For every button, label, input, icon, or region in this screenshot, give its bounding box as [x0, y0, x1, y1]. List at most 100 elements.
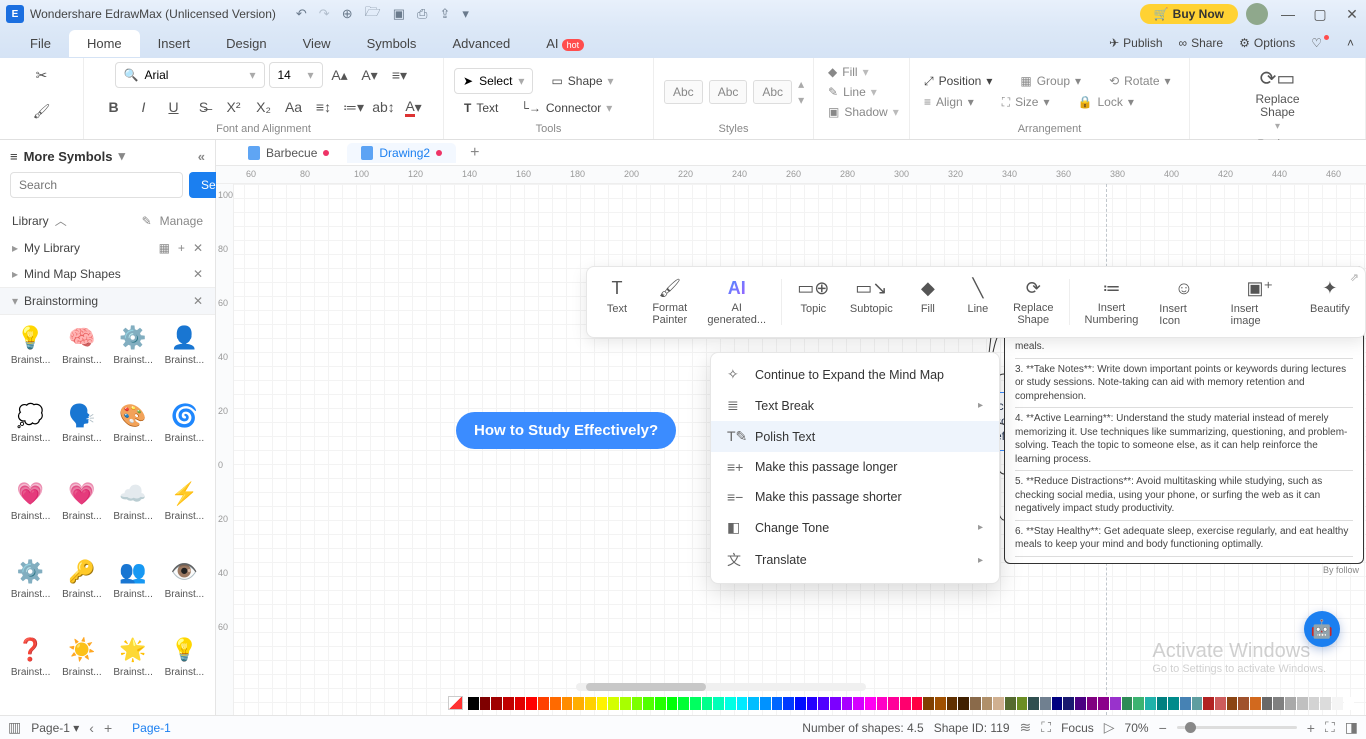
- select-tool[interactable]: ➤Select▾: [454, 68, 533, 94]
- subscript-icon[interactable]: X₂: [251, 94, 277, 120]
- color-swatch[interactable]: [468, 697, 479, 710]
- shape-thumbnail[interactable]: ☁️Brainst...: [109, 479, 158, 551]
- increase-font-icon[interactable]: A▴: [327, 62, 353, 88]
- shape-thumbnail[interactable]: 🧠Brainst...: [57, 323, 106, 395]
- color-swatch[interactable]: [923, 697, 934, 710]
- publish-button[interactable]: ✈Publish: [1109, 36, 1162, 50]
- menu-view[interactable]: View: [285, 30, 349, 57]
- color-swatch[interactable]: [480, 697, 491, 710]
- mm-item[interactable]: 3. **Take Notes**: Write down important …: [1015, 359, 1353, 409]
- color-swatch[interactable]: [1250, 697, 1261, 710]
- redo-icon[interactable]: ↷: [319, 6, 330, 22]
- color-swatch[interactable]: [1145, 697, 1156, 710]
- share-button[interactable]: ∞Share: [1179, 36, 1224, 50]
- shape-thumbnail[interactable]: 💗Brainst...: [57, 479, 106, 551]
- color-swatch[interactable]: [1309, 697, 1320, 710]
- print-icon[interactable]: ⎙: [417, 6, 427, 22]
- shape-thumbnail[interactable]: 🎨Brainst...: [109, 401, 158, 473]
- styles-up-icon[interactable]: ▴: [798, 77, 804, 91]
- canvas[interactable]: 100806040200204060 How to Study Effectiv…: [216, 184, 1366, 715]
- cut-icon[interactable]: ✂: [29, 62, 55, 88]
- color-swatch[interactable]: [900, 697, 911, 710]
- color-swatch[interactable]: [678, 697, 689, 710]
- color-swatch[interactable]: [1273, 697, 1284, 710]
- color-swatch[interactable]: [993, 697, 1004, 710]
- underline-icon[interactable]: U: [161, 94, 187, 120]
- color-swatch[interactable]: [562, 697, 573, 710]
- ft-insert-icon[interactable]: ☺Insert Icon: [1149, 275, 1218, 329]
- text-direction-icon[interactable]: ab↕: [371, 94, 397, 120]
- ft-line[interactable]: ╲Line: [954, 275, 1002, 329]
- text-tool[interactable]: TText: [454, 100, 502, 116]
- page-layout-icon[interactable]: ▥: [8, 719, 21, 736]
- superscript-icon[interactable]: X²: [221, 94, 247, 120]
- color-swatch[interactable]: [667, 697, 678, 710]
- position-button[interactable]: ⤢Position▾: [920, 73, 996, 90]
- prev-page-icon[interactable]: ‹: [89, 720, 94, 736]
- color-swatch[interactable]: [620, 697, 631, 710]
- color-swatch[interactable]: [760, 697, 771, 710]
- focus-button[interactable]: Focus: [1061, 721, 1094, 735]
- remove-x-icon[interactable]: ✕: [193, 267, 203, 281]
- close-icon[interactable]: ✕: [1344, 6, 1360, 23]
- ft-format-painter[interactable]: 🖌Format Painter: [643, 275, 697, 329]
- color-swatch[interactable]: [1040, 697, 1051, 710]
- ctx-change-tone[interactable]: ◧Change Tone▸: [711, 512, 999, 543]
- color-swatch[interactable]: [1052, 697, 1063, 710]
- color-swatch[interactable]: [643, 697, 654, 710]
- doc-tab-drawing2[interactable]: Drawing2: [347, 143, 456, 163]
- zoom-slider[interactable]: [1177, 726, 1297, 729]
- color-swatch[interactable]: [515, 697, 526, 710]
- style-preset[interactable]: Abc: [753, 80, 792, 104]
- shape-thumbnail[interactable]: 👥Brainst...: [109, 557, 158, 629]
- open-icon[interactable]: 🗁: [365, 3, 381, 25]
- color-swatch[interactable]: [526, 697, 537, 710]
- color-swatch[interactable]: [818, 697, 829, 710]
- edit-icon[interactable]: ✎: [142, 214, 152, 228]
- color-swatch[interactable]: [1017, 697, 1028, 710]
- color-swatch[interactable]: [947, 697, 958, 710]
- buy-now-button[interactable]: 🛒 Buy Now: [1140, 4, 1238, 24]
- undo-icon[interactable]: ↶: [296, 6, 307, 22]
- italic-icon[interactable]: I: [131, 94, 157, 120]
- collapse-sidebar-icon[interactable]: «: [198, 149, 205, 164]
- mm-item[interactable]: 5. **Reduce Distractions**: Avoid multit…: [1015, 471, 1353, 521]
- color-swatch[interactable]: [865, 697, 876, 710]
- ctx-polish-text[interactable]: T✎Polish Text: [711, 421, 999, 452]
- zoom-level[interactable]: 70%: [1125, 721, 1149, 735]
- ft-insert-image[interactable]: ▣⁺Insert image: [1221, 275, 1299, 329]
- notifications-button[interactable]: ♡: [1311, 36, 1331, 50]
- font-size-select[interactable]: 14 ▾: [269, 62, 323, 88]
- shape-thumbnail[interactable]: 💡Brainst...: [6, 323, 55, 395]
- color-swatch[interactable]: [1215, 697, 1226, 710]
- color-swatch[interactable]: [1028, 697, 1039, 710]
- shape-thumbnail[interactable]: 🔑Brainst...: [57, 557, 106, 629]
- shape-thumbnail[interactable]: ❓Brainst...: [6, 635, 55, 707]
- fullscreen-icon[interactable]: ⛶: [1325, 719, 1335, 736]
- color-swatch[interactable]: [1238, 697, 1249, 710]
- color-swatch[interactable]: [1133, 697, 1144, 710]
- format-brush-icon[interactable]: 🖌: [29, 98, 55, 124]
- zoom-out-icon[interactable]: −: [1159, 720, 1167, 736]
- align-para-icon[interactable]: ≡▾: [387, 62, 413, 88]
- shadow-button[interactable]: ▣Shadow▾: [824, 104, 903, 120]
- bold-icon[interactable]: B: [101, 94, 127, 120]
- page-tab[interactable]: Page-1: [122, 719, 181, 737]
- shape-thumbnail[interactable]: 🌟Brainst...: [109, 635, 158, 707]
- canvas-scrollbar[interactable]: [576, 683, 866, 691]
- color-swatch[interactable]: [1087, 697, 1098, 710]
- group-button[interactable]: ▦Group▾: [1016, 73, 1085, 89]
- ft-topic[interactable]: ▭⊕Topic: [788, 275, 839, 329]
- color-swatch[interactable]: [982, 697, 993, 710]
- qat-more-icon[interactable]: ▾: [462, 6, 469, 22]
- shape-thumbnail[interactable]: 💡Brainst...: [160, 635, 209, 707]
- color-swatch[interactable]: [935, 697, 946, 710]
- color-swatch[interactable]: [1180, 697, 1191, 710]
- strike-icon[interactable]: S̶: [191, 94, 217, 120]
- color-swatch[interactable]: [1332, 697, 1343, 710]
- ft-ai-generated[interactable]: AIAI generated...: [699, 275, 775, 329]
- color-swatch[interactable]: [1075, 697, 1086, 710]
- shape-thumbnail[interactable]: ⚙️Brainst...: [6, 557, 55, 629]
- hamburger-icon[interactable]: ≡: [10, 149, 18, 164]
- color-swatch[interactable]: [783, 697, 794, 710]
